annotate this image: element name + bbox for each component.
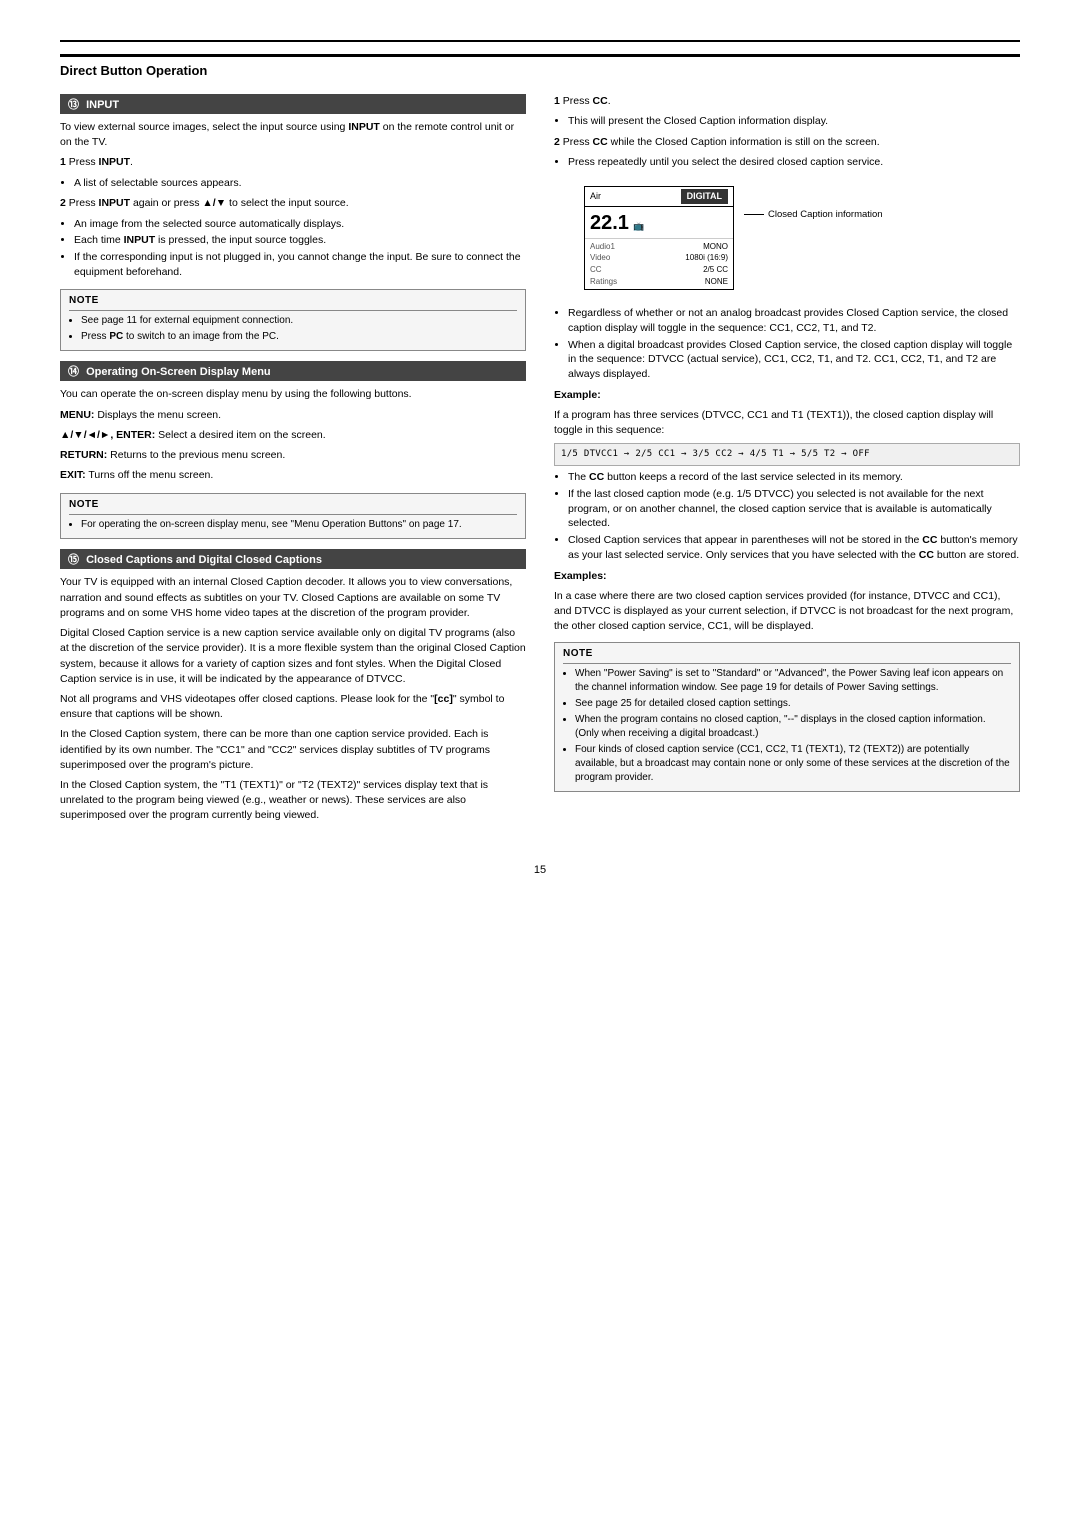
right-bullet1: Regardless of whether or not an analog b… <box>568 306 1020 335</box>
osd-note-title: NOTE <box>69 498 517 515</box>
input-step1-bullet1: A list of selectable sources appears. <box>74 176 526 191</box>
tv-display: Air DIGITAL 22.1 📺 Audio1 MONO <box>584 186 734 290</box>
osd-section-header: ⑭ Operating On-Screen Display Menu <box>60 361 526 381</box>
cc-icon: ⑮ <box>68 554 79 566</box>
tv-digital-label: DIGITAL <box>681 189 728 204</box>
input-bullet3: If the corresponding input is not plugge… <box>74 250 526 279</box>
right-note1: When "Power Saving" is set to "Standard"… <box>575 667 1011 695</box>
tv-caption-info: Closed Caption information <box>744 178 883 221</box>
tv-ratings-val: NONE <box>705 276 728 288</box>
cc-section-header: ⑮ Closed Captions and Digital Closed Cap… <box>60 549 526 569</box>
tv-video-val: 1080i (16:9) <box>685 252 728 264</box>
input-note-title: NOTE <box>69 294 517 311</box>
input-icon: ⑬ <box>68 99 79 111</box>
tv-cc-label: CC <box>590 264 602 276</box>
right-bullet2: When a digital broadcast provides Closed… <box>568 338 1020 382</box>
page-header: Direct Button Operation <box>60 54 1020 78</box>
tv-cc-val: 2/5 CC <box>703 264 728 276</box>
tv-info: Audio1 MONO Video 1080i (16:9) CC 2/5 CC <box>585 238 733 289</box>
tv-channel: 22.1 📺 <box>585 207 733 238</box>
right-bullets1: Regardless of whether or not an analog b… <box>554 306 1020 381</box>
osd-icon: ⑭ <box>68 366 79 378</box>
right-note4: Four kinds of closed caption service (CC… <box>575 743 1011 785</box>
right-step1-sub: This will present the Closed Caption inf… <box>568 114 1020 129</box>
tv-ratings-row: Ratings NONE <box>590 276 728 288</box>
top-rule <box>60 40 1020 42</box>
tv-cc-row: CC 2/5 CC <box>590 264 728 276</box>
input-note1: See page 11 for external equipment conne… <box>81 314 517 328</box>
cc-para5: In the Closed Caption system, the "T1 (T… <box>60 778 526 824</box>
input-section-header: ⑬ INPUT <box>60 94 526 114</box>
input-title: INPUT <box>86 99 119 111</box>
input-note2: Press PC to switch to an image from the … <box>81 330 517 344</box>
tv-video-row: Video 1080i (16:9) <box>590 252 728 264</box>
input-note-box: NOTE See page 11 for external equipment … <box>60 289 526 351</box>
cc-para2: Digital Closed Caption service is a new … <box>60 626 526 687</box>
examples-title: Examples: <box>554 569 1020 584</box>
examples-text: In a case where there are two closed cap… <box>554 589 1020 635</box>
input-section-body: To view external source images, select t… <box>60 120 526 279</box>
input-step2-bullets: An image from the selected source automa… <box>60 217 526 280</box>
tv-audio-row: Audio1 MONO <box>590 241 728 253</box>
right-step2: 2 Press CC while the Closed Caption info… <box>554 135 1020 150</box>
right-note-box: NOTE When "Power Saving" is set to "Stan… <box>554 642 1020 792</box>
cc-para3: Not all programs and VHS videotapes offe… <box>60 692 526 722</box>
tv-header: Air DIGITAL <box>585 187 733 207</box>
input-intro: To view external source images, select t… <box>60 120 526 150</box>
osd-menu: MENU: Displays the menu screen. <box>60 408 526 423</box>
right-note2: See page 25 for detailed closed caption … <box>575 697 1011 711</box>
tv-display-area: Air DIGITAL 22.1 📺 Audio1 MONO <box>554 178 1020 298</box>
right-notes: When "Power Saving" is set to "Standard"… <box>563 667 1011 785</box>
page-title: Direct Button Operation <box>60 63 207 78</box>
left-column: ⑬ INPUT To view external source images, … <box>60 94 526 834</box>
page-number: 15 <box>60 864 1020 876</box>
input-notes: See page 11 for external equipment conne… <box>69 314 517 344</box>
input-step1: 1 Press INPUT. <box>60 155 526 170</box>
osd-note1: For operating the on-screen display menu… <box>81 518 517 532</box>
tv-video-label: Video <box>590 252 610 264</box>
osd-exit: EXIT: Turns off the menu screen. <box>60 468 526 483</box>
cc-title: Closed Captions and Digital Closed Capti… <box>86 554 322 566</box>
cc-section-body: Your TV is equipped with an internal Clo… <box>60 575 526 823</box>
right-note3: When the program contains no closed capt… <box>575 713 1011 741</box>
tv-audio-val: MONO <box>703 241 728 253</box>
right-bullet4: If the last closed caption mode (e.g. 1/… <box>568 487 1020 531</box>
right-bullet5: Closed Caption services that appear in p… <box>568 533 1020 562</box>
tv-channel-num: 22.1 <box>590 209 629 238</box>
osd-note-box: NOTE For operating the on-screen display… <box>60 493 526 539</box>
tv-channel-icon: 📺 <box>631 220 644 233</box>
osd-notes: For operating the on-screen display menu… <box>69 518 517 532</box>
right-cc-body: 1 Press CC. This will present the Closed… <box>554 94 1020 792</box>
right-step2-bullets: Press repeatedly until you select the de… <box>554 155 1020 170</box>
input-step1-bullets: A list of selectable sources appears. <box>60 176 526 191</box>
osd-intro: You can operate the on-screen display me… <box>60 387 526 402</box>
right-bullets2: The CC button keeps a record of the last… <box>554 470 1020 562</box>
osd-arrows: ▲/▼/◄/►, ENTER: Select a desired item on… <box>60 428 526 443</box>
sequence-display: 1/5 DTVCC1 → 2/5 CC1 → 3/5 CC2 → 4/5 T1 … <box>554 443 1020 466</box>
cc-para4: In the Closed Caption system, there can … <box>60 727 526 773</box>
right-note-title: NOTE <box>563 647 1011 664</box>
example-title: Example: <box>554 388 1020 403</box>
main-content: ⑬ INPUT To view external source images, … <box>60 94 1020 834</box>
tv-air-label: Air <box>590 190 601 203</box>
right-step1: 1 Press CC. <box>554 94 1020 109</box>
input-step2: 2 Press INPUT again or press ▲/▼ to sele… <box>60 196 526 211</box>
tv-ratings-label: Ratings <box>590 276 617 288</box>
sequence-text: 1/5 DTVCC1 → 2/5 CC1 → 3/5 CC2 → 4/5 T1 … <box>561 449 870 459</box>
right-column: 1 Press CC. This will present the Closed… <box>554 94 1020 834</box>
osd-return: RETURN: Returns to the previous menu scr… <box>60 448 526 463</box>
tv-audio-label: Audio1 <box>590 241 615 253</box>
caption-info-label: Closed Caption information <box>768 208 883 221</box>
example-text: If a program has three services (DTVCC, … <box>554 408 1020 438</box>
cc-intro: Your TV is equipped with an internal Clo… <box>60 575 526 621</box>
right-step2-sub: Press repeatedly until you select the de… <box>568 155 1020 170</box>
right-step1-bullets: This will present the Closed Caption inf… <box>554 114 1020 129</box>
right-bullet3: The CC button keeps a record of the last… <box>568 470 1020 485</box>
caption-line <box>744 214 764 215</box>
osd-title: Operating On-Screen Display Menu <box>86 366 271 378</box>
input-bullet1: An image from the selected source automa… <box>74 217 526 232</box>
osd-section-body: You can operate the on-screen display me… <box>60 387 526 483</box>
input-bullet2: Each time INPUT is pressed, the input so… <box>74 233 526 248</box>
